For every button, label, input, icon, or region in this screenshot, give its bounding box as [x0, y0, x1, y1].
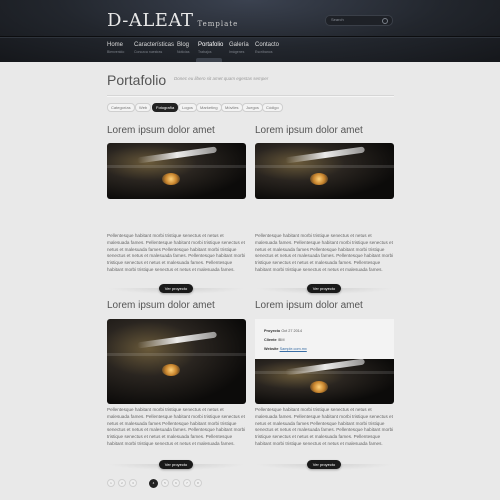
nav-item-contacto[interactable]: Contacto Escríbanos — [255, 42, 279, 54]
logo-sub: Template — [197, 20, 239, 28]
filter-logos[interactable]: Logos — [178, 103, 197, 112]
nav-sublabel: Conozca nuestras — [134, 50, 163, 54]
filter-moviles[interactable]: Móviles — [221, 103, 243, 112]
nav-label: Características — [134, 42, 175, 48]
nav-active-indicator — [196, 58, 222, 62]
page-dot[interactable]: 5 — [161, 479, 169, 487]
filter-marketing[interactable]: Marketing — [196, 103, 222, 112]
page-dot[interactable]: 7 — [183, 479, 191, 487]
filter-juegos[interactable]: Juegos — [242, 103, 263, 112]
project-date: Proyecto Oct 27 2014 — [264, 329, 302, 333]
page-dot[interactable]: 1 — [107, 479, 115, 487]
card-text: Pellentesque habitant morbi tristique se… — [107, 407, 246, 446]
card-title[interactable]: Lorem ipsum dolor amet — [255, 125, 394, 136]
card-title[interactable]: Lorem ipsum dolor amet — [255, 300, 394, 311]
portfolio-card: Lorem ipsum dolor amet Pellentesque habi… — [107, 300, 246, 470]
card-text: Pellentesque habitant morbi tristique se… — [255, 407, 394, 446]
card-image[interactable] — [255, 359, 394, 404]
nav-item-blog[interactable]: Blog Noticias — [177, 42, 189, 54]
page-dot-active[interactable]: 4 — [149, 479, 158, 488]
image-detail — [107, 353, 246, 356]
page-title: Portafolio — [107, 72, 167, 88]
image-highlight — [136, 146, 218, 164]
image-glow — [162, 364, 180, 376]
view-project-button[interactable]: Ver proyecto — [307, 460, 341, 469]
filter-fotografia[interactable]: Fotografía — [152, 103, 179, 112]
header: D-ALEAT Template Search Home Bienvenido Ca… — [0, 0, 500, 62]
page-slogan: Donec eu libero sit amet quam egestas se… — [174, 76, 269, 81]
image-glow — [310, 381, 328, 393]
card-image[interactable] — [107, 143, 246, 199]
image-detail — [107, 165, 246, 168]
image-detail — [255, 371, 394, 374]
view-project-button[interactable]: Ver proyecto — [159, 460, 193, 469]
nav-label: Home — [107, 42, 124, 48]
page-dot[interactable]: 6 — [172, 479, 180, 487]
nav-label: Blog — [177, 42, 190, 48]
card-title[interactable]: Lorem ipsum dolor amet — [107, 125, 246, 136]
card-title[interactable]: Lorem ipsum dolor amet — [107, 300, 246, 311]
page-dot[interactable]: 3 — [129, 479, 137, 487]
card-image[interactable] — [107, 319, 246, 404]
filter-web[interactable]: Web — [135, 103, 152, 112]
image-highlight — [136, 331, 218, 349]
logo-main: D-ALEAT — [107, 10, 194, 31]
nav-sublabel: Trabajos — [198, 50, 212, 54]
image-glow — [310, 173, 328, 185]
nav-item-portafolio[interactable]: Portafolio Trabajos — [198, 42, 223, 54]
project-client: Cliente IBM — [264, 338, 285, 342]
search-input[interactable]: Search — [325, 15, 393, 26]
image-glow — [162, 173, 180, 185]
nav-label: Contacto — [255, 42, 280, 48]
image-detail — [255, 165, 394, 168]
page-dot[interactable]: 2 — [118, 479, 126, 487]
project-website: Website Sample.com.mx — [264, 347, 307, 351]
portfolio-card: Lorem ipsum dolor amet Pellentesque habi… — [107, 125, 246, 294]
card-text: Pellentesque habitant morbi tristique se… — [107, 233, 246, 272]
nav-sublabel: Noticias — [177, 50, 190, 54]
image-highlight — [284, 146, 366, 164]
view-project-button[interactable]: Ver proyecto — [159, 284, 193, 293]
title-divider — [107, 95, 394, 96]
view-project-button[interactable]: Ver proyecto — [307, 284, 341, 293]
nav-sublabel: Bienvenido — [107, 50, 125, 54]
nav-item-galeria[interactable]: Galería Imágenes — [229, 42, 249, 54]
nav-label: Portafolio — [198, 42, 224, 48]
portfolio-card: Lorem ipsum dolor amet Pellentesque habi… — [255, 125, 394, 294]
filter-codigo[interactable]: Código — [262, 103, 283, 112]
nav-item-caracteristicas[interactable]: Características Conozca nuestras — [134, 42, 174, 54]
card-image[interactable] — [255, 143, 394, 199]
project-info: Proyecto Oct 27 2014 Cliente IBM Website… — [255, 319, 394, 359]
nav-item-home[interactable]: Home Bienvenido — [107, 42, 124, 54]
nav-label: Galería — [229, 42, 249, 48]
search-icon[interactable] — [382, 18, 388, 24]
nav-sublabel: Imágenes — [229, 50, 245, 54]
portfolio-card: Lorem ipsum dolor amet Proyecto Oct 27 2… — [255, 300, 394, 470]
nav-sublabel: Escríbanos — [255, 50, 273, 54]
card-text: Pellentesque habitant morbi tristique se… — [255, 233, 394, 272]
page-dot[interactable]: 8 — [194, 479, 202, 487]
logo[interactable]: D-ALEAT Template — [107, 10, 238, 31]
website-link[interactable]: Sample.com.mx — [280, 347, 307, 351]
filter-categorias[interactable]: Categorías — [107, 103, 135, 112]
search-placeholder: Search — [331, 17, 344, 22]
header-divider — [0, 36, 500, 37]
